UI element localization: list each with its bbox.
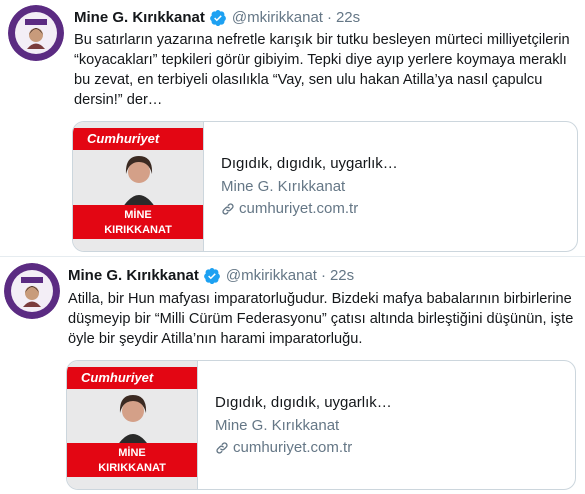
card-thumbnail-name: MİNE KIRIKKANAT bbox=[73, 205, 203, 239]
author-handle[interactable]: @mkirikkanat bbox=[226, 266, 317, 286]
card-overlay-line2: KIRIKKANAT bbox=[98, 462, 166, 474]
verified-badge-icon bbox=[203, 267, 221, 285]
card-overlay-line1: MİNE bbox=[118, 447, 146, 459]
card-domain: cumhuriyet.com.tr bbox=[215, 438, 392, 458]
card-thumbnail-name: MİNE KIRIKKANAT bbox=[67, 443, 197, 477]
tweet-text: Atilla, bir Hun mafyası imparatorluğudur… bbox=[68, 291, 574, 347]
author-handle[interactable]: @mkirikkanat bbox=[232, 8, 323, 28]
card-domain-text: cumhuriyet.com.tr bbox=[233, 438, 353, 456]
separator: · bbox=[320, 267, 326, 284]
card-overlay-line2: KIRIKKANAT bbox=[104, 224, 172, 236]
avatar[interactable] bbox=[8, 5, 64, 61]
card-thumbnail: Cumhuriyet MİNE KIRIKKANAT bbox=[67, 361, 198, 489]
separator: · bbox=[326, 9, 332, 26]
tweet-divider bbox=[0, 256, 585, 257]
tweet-text: Bu satırların yazarına nefretle karışık … bbox=[74, 32, 570, 108]
author-name[interactable]: Mine G. Kırıkkanat bbox=[74, 8, 205, 28]
tweet[interactable]: Mine G. Kırıkkanat @mkirikkanat · 22s At… bbox=[0, 258, 585, 494]
card-domain-text: cumhuriyet.com.tr bbox=[239, 200, 359, 217]
tweet[interactable]: Mine G. Kırıkkanat @mkirikkanat · 22s Bu… bbox=[0, 0, 585, 255]
verified-badge-icon bbox=[209, 9, 227, 27]
card-description: Mine G. Kırıkkanat bbox=[221, 178, 346, 195]
timestamp[interactable]: 22s bbox=[330, 266, 354, 286]
card-thumbnail-brand: Cumhuriyet bbox=[67, 367, 197, 389]
link-icon bbox=[216, 441, 228, 454]
card-thumbnail-brand: Cumhuriyet bbox=[73, 128, 203, 150]
avatar[interactable] bbox=[4, 263, 60, 319]
card-description: Mine G. Kırıkkanat bbox=[215, 416, 340, 434]
link-icon bbox=[222, 203, 234, 215]
link-card[interactable]: Cumhuriyet MİNE KIRIKKANAT Dıgıdık, dıgı… bbox=[72, 121, 578, 252]
card-domain: cumhuriyet.com.tr bbox=[221, 199, 398, 219]
author-name[interactable]: Mine G. Kırıkkanat bbox=[68, 266, 199, 286]
card-thumbnail: Cumhuriyet MİNE KIRIKKANAT bbox=[73, 122, 204, 251]
card-title: Dıgıdık, dıgıdık, uygarlık… bbox=[221, 155, 398, 172]
timestamp[interactable]: 22s bbox=[336, 8, 360, 28]
card-title: Dıgıdık, dıgıdık, uygarlık… bbox=[215, 393, 392, 411]
card-overlay-line1: MİNE bbox=[124, 209, 152, 221]
link-card[interactable]: Cumhuriyet MİNE KIRIKKANAT Dıgıdık, dıgı… bbox=[66, 360, 576, 490]
